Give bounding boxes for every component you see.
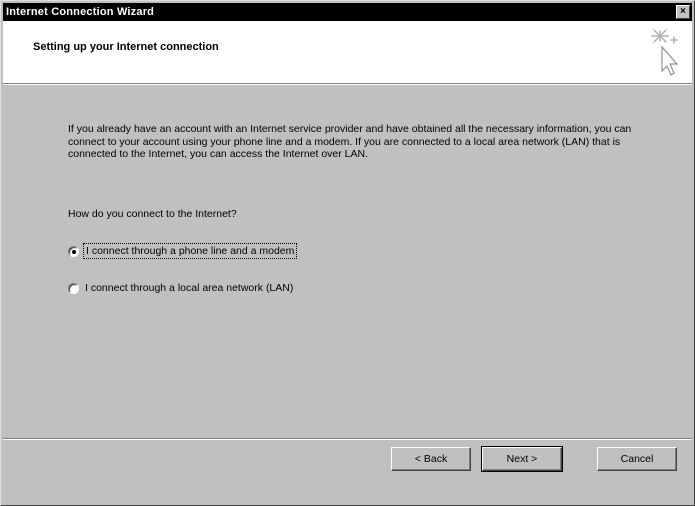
window-title: Internet Connection Wizard <box>6 6 155 18</box>
wizard-window: Internet Connection Wizard × Setting up … <box>0 0 695 506</box>
option-lan-label[interactable]: I connect through a local area network (… <box>83 281 295 295</box>
option-phone-modem-label[interactable]: I connect through a phone line and a mod… <box>83 243 298 259</box>
footer-divider-highlight <box>3 439 692 440</box>
option-phone-modem[interactable]: I connect through a phone line and a mod… <box>68 243 298 259</box>
close-button[interactable]: × <box>676 5 690 19</box>
cancel-button[interactable]: Cancel <box>597 447 677 471</box>
page-title: Setting up your Internet connection <box>33 41 219 53</box>
header-divider-highlight <box>3 84 692 85</box>
radio-lan[interactable] <box>68 282 79 294</box>
connection-question: How do you connect to the Internet? <box>68 208 237 220</box>
wizard-sparkle-cursor-icon <box>651 29 679 76</box>
intro-text: If you already have an account with an I… <box>68 123 632 160</box>
option-lan[interactable]: I connect through a local area network (… <box>68 281 295 295</box>
back-button[interactable]: < Back <box>391 447 471 471</box>
next-button[interactable]: Next > <box>481 446 563 472</box>
wizard-header: Setting up your Internet connection <box>3 21 692 83</box>
title-bar[interactable]: Internet Connection Wizard × <box>3 3 692 21</box>
radio-phone-modem[interactable] <box>68 245 79 257</box>
